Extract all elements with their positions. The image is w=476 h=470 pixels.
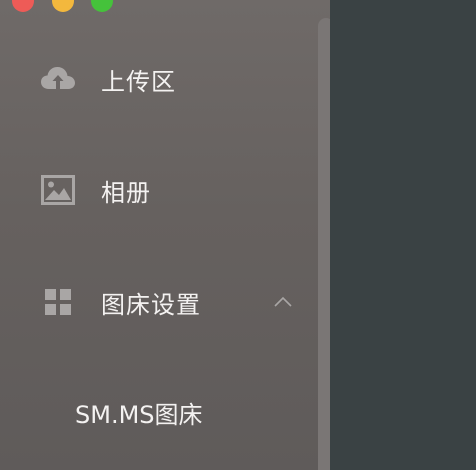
main-content-area — [330, 0, 476, 470]
sidebar-item-album[interactable]: 相册 — [0, 160, 315, 220]
sidebar: 上传区 相册 图床设置 SM.MS图床 — [0, 0, 334, 470]
sidebar-subitem-label: SM.MS图床 — [75, 401, 203, 429]
sidebar-item-upload[interactable]: 上传区 — [0, 49, 315, 109]
close-window-button[interactable] — [12, 0, 34, 12]
grid-icon — [40, 284, 76, 320]
sidebar-item-label: 相册 — [101, 178, 151, 207]
chevron-up-icon[interactable] — [270, 289, 296, 315]
app-window: 上传区 相册 图床设置 SM.MS图床 — [0, 0, 476, 470]
image-icon — [40, 172, 76, 208]
sidebar-item-label: 上传区 — [101, 67, 176, 96]
minimize-window-button[interactable] — [52, 0, 74, 12]
sidebar-item-image-host-settings[interactable]: 图床设置 — [0, 272, 315, 332]
zoom-window-button[interactable] — [91, 0, 113, 12]
sidebar-item-label: 图床设置 — [101, 290, 201, 319]
sidebar-subitem-smms[interactable]: SM.MS图床 — [0, 381, 315, 437]
cloud-upload-icon — [40, 61, 76, 97]
